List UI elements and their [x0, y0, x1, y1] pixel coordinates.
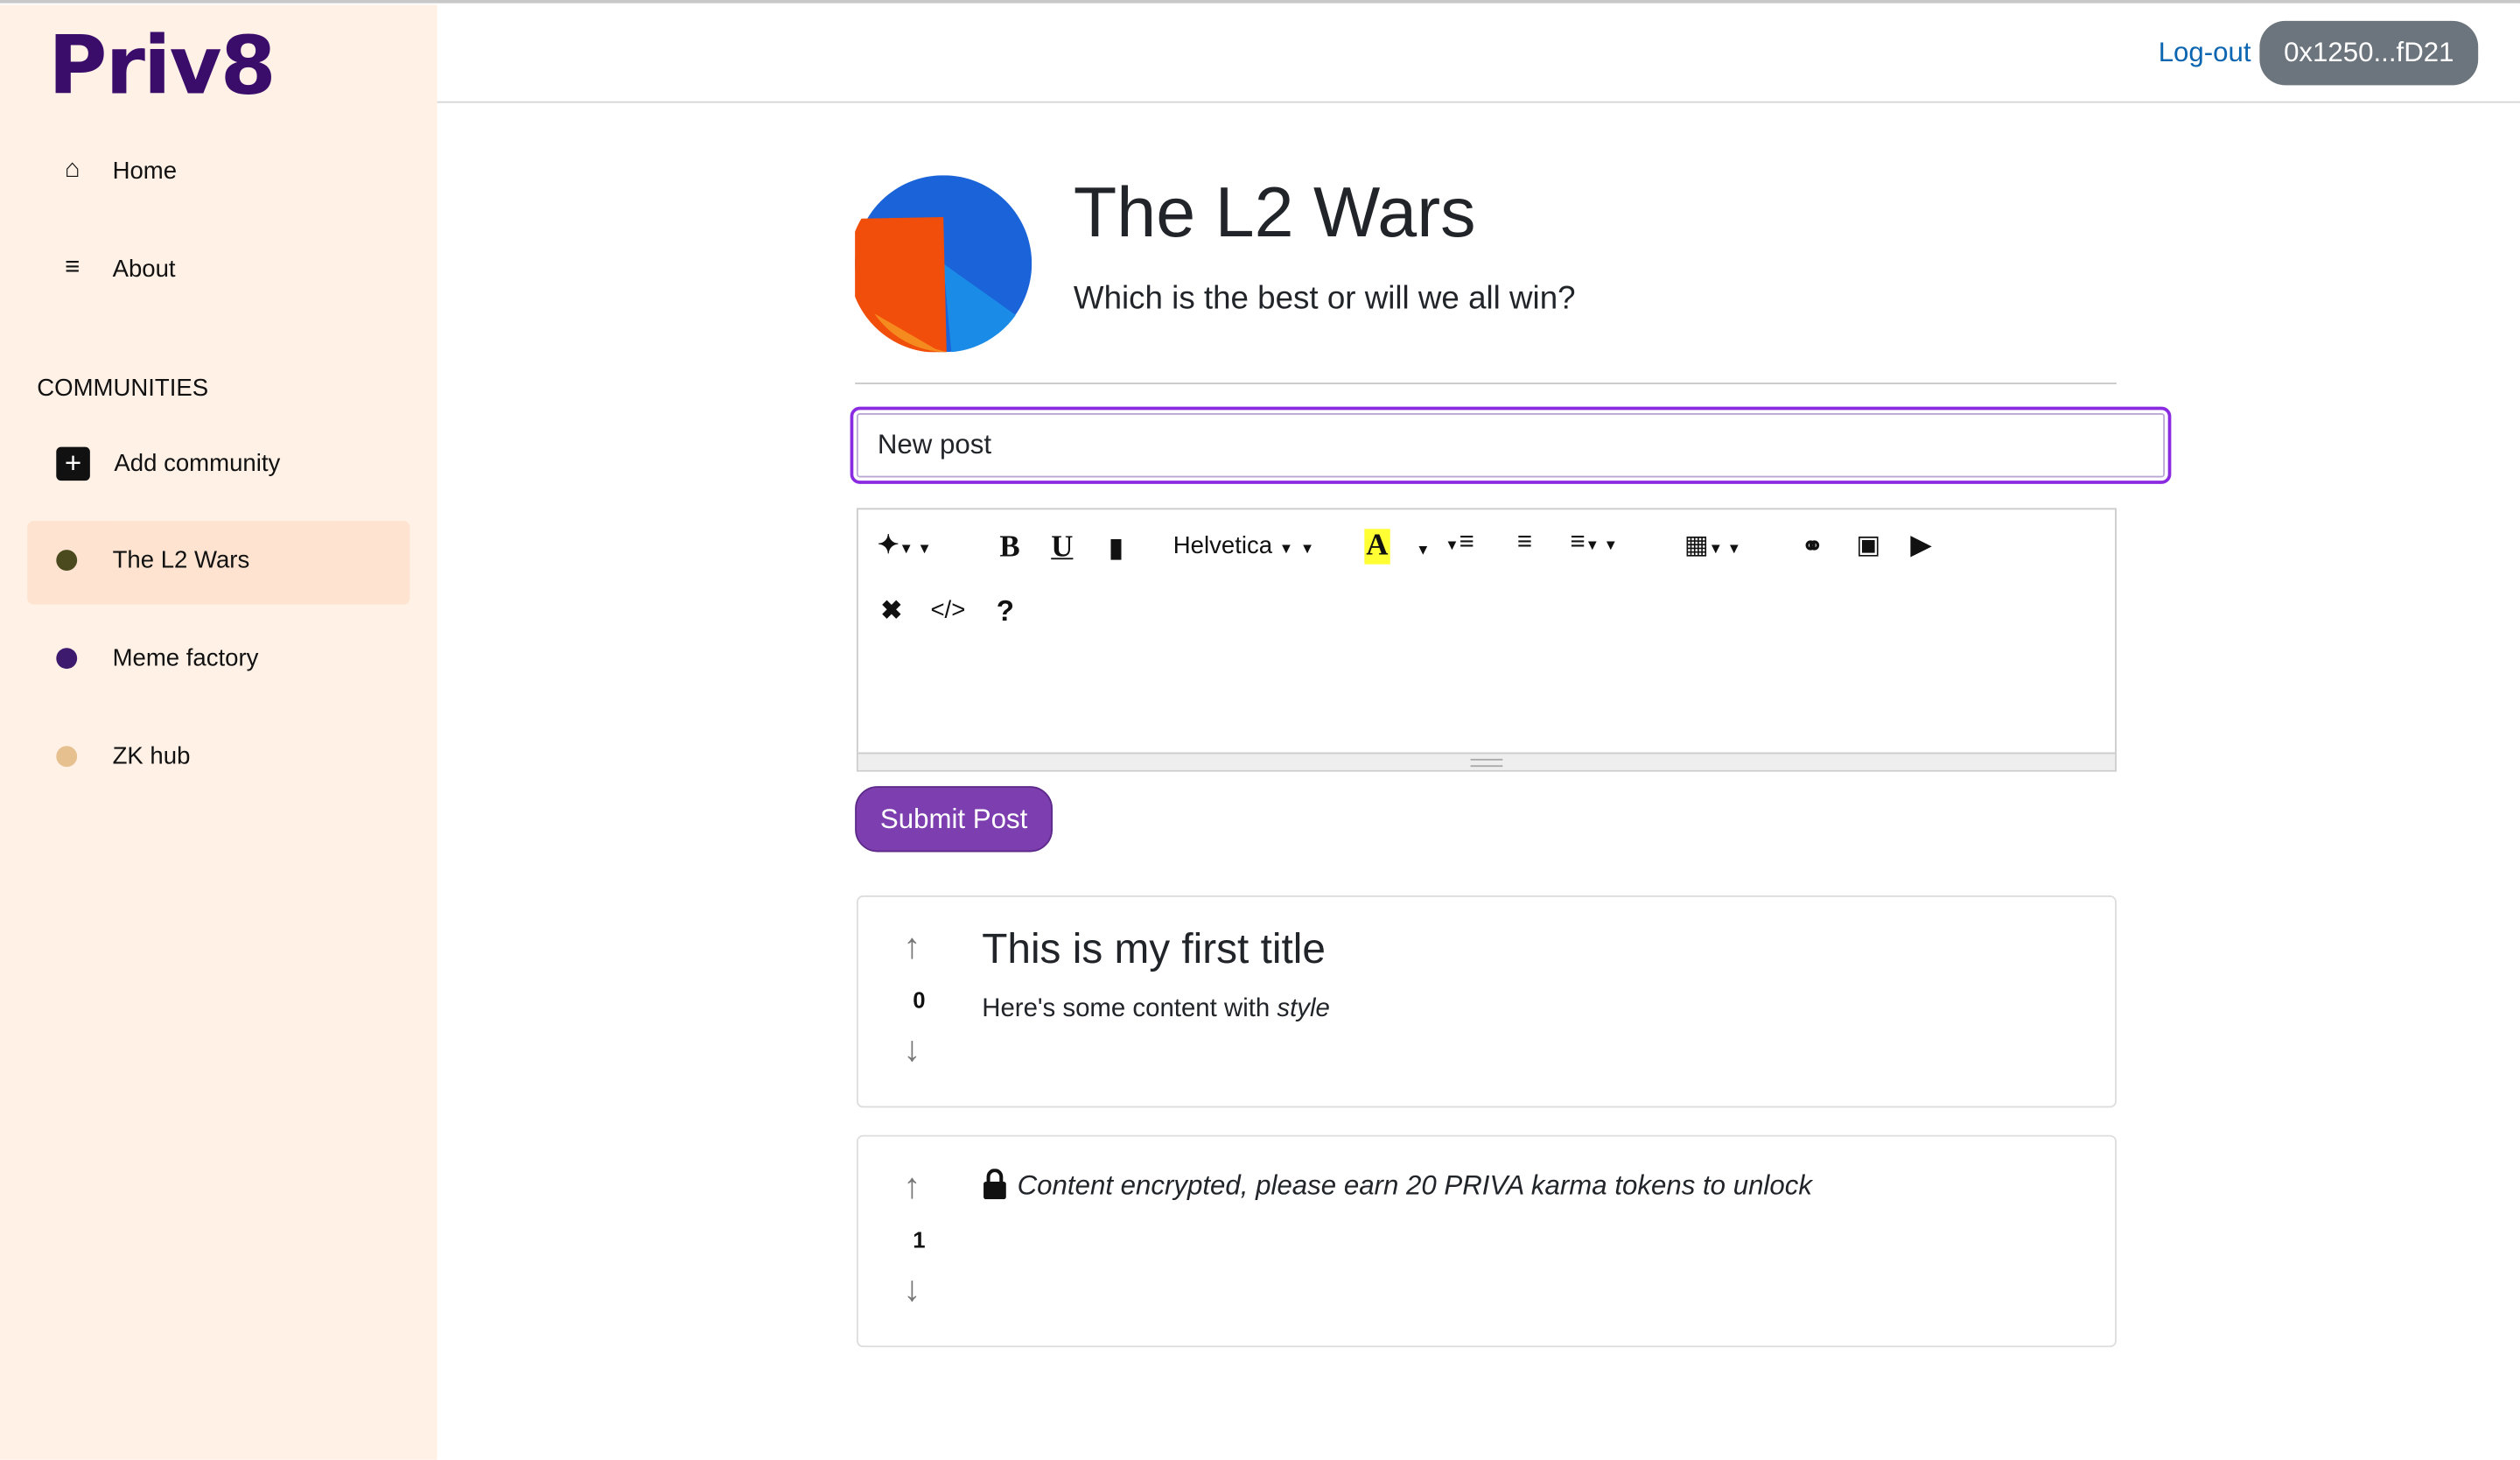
- image-icon[interactable]: ▣: [1856, 529, 1880, 561]
- eraser-icon[interactable]: ▮: [1109, 532, 1123, 565]
- community-dot-icon: [56, 746, 78, 768]
- video-icon[interactable]: ▶: [1911, 529, 1931, 561]
- downvote-arrow-icon[interactable]: ↓: [903, 1268, 920, 1310]
- post-content-emphasis: style: [1277, 994, 1330, 1023]
- header-divider: [437, 101, 2520, 103]
- sidebar-item-the-l2-wars[interactable]: The L2 Wars: [56, 546, 250, 574]
- grip-icon: [1470, 758, 1503, 768]
- post-title-input[interactable]: [850, 406, 2172, 484]
- table-icon[interactable]: ▦▼ ▼: [1684, 529, 1741, 561]
- upvote-arrow-icon[interactable]: ↑: [903, 926, 920, 968]
- magic-style-icon[interactable]: ✦▼ ▼: [878, 529, 932, 561]
- vote-count: 0: [913, 986, 926, 1014]
- upvote-arrow-icon[interactable]: ↑: [903, 1166, 920, 1208]
- post-title: This is my first title: [982, 924, 1326, 973]
- help-icon[interactable]: ?: [997, 595, 1014, 629]
- sidebar-item-zk-hub[interactable]: ZK hub: [56, 743, 190, 770]
- home-icon: ⌂: [64, 156, 80, 184]
- post-content: Here's some content with style: [982, 995, 1330, 1024]
- community-avatar: [855, 175, 1032, 353]
- lock-icon: [984, 1169, 1006, 1200]
- font-color-dropdown[interactable]: ▼: [1416, 542, 1430, 558]
- sidebar-item-label: Meme factory: [112, 644, 259, 672]
- sidebar-item-label: The L2 Wars: [112, 546, 250, 574]
- plus-square-icon: +: [56, 446, 90, 481]
- post-card: ↑ 0 ↓ This is my first title Here's some…: [856, 895, 2117, 1108]
- unordered-list-icon[interactable]: ▼≡: [1445, 529, 1474, 558]
- locked-message: Content encrypted, please earn 20 PRIVA …: [1017, 1170, 1812, 1202]
- code-view-icon[interactable]: </>: [930, 596, 965, 623]
- sidebar-item-label: About: [112, 255, 176, 283]
- submit-post-button[interactable]: Submit Post: [855, 786, 1054, 853]
- sidebar-item-home[interactable]: ⌂ Home: [56, 156, 177, 185]
- post-content-text: Here's some content with: [982, 994, 1278, 1023]
- sidebar-item-meme-factory[interactable]: Meme factory: [56, 645, 258, 672]
- community-dot-icon: [56, 550, 78, 572]
- link-icon[interactable]: ⚭: [1802, 530, 1824, 563]
- communities-heading: COMMUNITIES: [37, 374, 209, 403]
- paragraph-align-icon[interactable]: ≡▼ ▼: [1570, 529, 1617, 558]
- bold-button[interactable]: B: [999, 530, 1019, 565]
- sidebar-item-label: Home: [112, 157, 178, 185]
- underline-button[interactable]: U: [1051, 530, 1073, 565]
- wallet-address-badge[interactable]: 0x1250...fD21: [2259, 20, 2479, 86]
- logo[interactable]: Priv8: [48, 19, 276, 113]
- post-card-locked: ↑ 1 ↓ Content encrypted, please earn 20 …: [856, 1134, 2117, 1348]
- top-border: [0, 0, 2520, 4]
- vote-count: 1: [913, 1226, 926, 1253]
- sidebar-item-label: ZK hub: [112, 742, 191, 770]
- sidebar-item-about[interactable]: ≡ About: [56, 254, 176, 283]
- font-name: Helvetica: [1172, 531, 1273, 560]
- fullscreen-icon[interactable]: ✖: [881, 595, 903, 628]
- editor-resize-handle[interactable]: [858, 752, 2116, 770]
- add-community-button[interactable]: + Add community: [56, 446, 281, 481]
- logout-link[interactable]: Log-out: [2159, 37, 2251, 69]
- community-subtitle: Which is the best or will we all win?: [1073, 281, 1576, 317]
- rich-text-editor[interactable]: ✦▼ ▼ B U ▮ Helvetica ▼ ▼ A ▼ ▼≡ ≡ ≡▼ ▼ ▦…: [856, 508, 2117, 772]
- sidebar-item-label: Add community: [114, 450, 281, 478]
- community-dot-icon: [56, 648, 78, 670]
- font-family-dropdown[interactable]: Helvetica ▼ ▼: [1173, 532, 1314, 559]
- community-title: The L2 Wars: [1073, 173, 1476, 253]
- divider: [855, 383, 2117, 384]
- downvote-arrow-icon[interactable]: ↓: [903, 1028, 920, 1070]
- font-color-icon[interactable]: A: [1364, 529, 1390, 565]
- sidebar: [0, 4, 438, 1460]
- menu-lines-icon: ≡: [65, 254, 80, 282]
- ordered-list-icon[interactable]: ≡: [1517, 529, 1532, 558]
